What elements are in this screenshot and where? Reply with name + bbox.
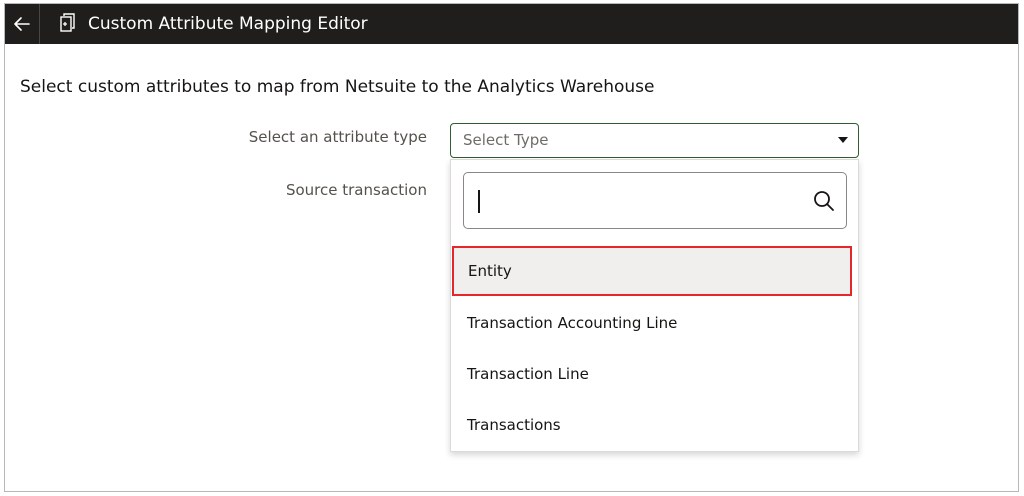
text-cursor <box>478 190 480 213</box>
dropdown-option-transaction-line[interactable]: Transaction Line <box>451 349 858 399</box>
page-title: Custom Attribute Mapping Editor <box>88 14 368 34</box>
attribute-type-placeholder: Select Type <box>463 131 549 149</box>
source-transaction-label: Source transaction <box>285 181 427 199</box>
arrow-left-icon <box>14 17 30 31</box>
attribute-type-select[interactable]: Select Type <box>450 123 859 158</box>
dropdown-search-field[interactable] <box>463 172 847 229</box>
dropdown-option-entity[interactable]: Entity <box>452 246 852 296</box>
dropdown-option-transaction-accounting-line[interactable]: Transaction Accounting Line <box>451 298 858 348</box>
dropdown-option-transactions[interactable]: Transactions <box>451 400 858 450</box>
dropdown-search-input[interactable] <box>474 181 808 222</box>
attribute-type-label: Select an attribute type <box>248 128 427 146</box>
attribute-type-dropdown: Entity Transaction Accounting Line Trans… <box>450 159 859 452</box>
chevron-down-icon[interactable] <box>838 137 848 143</box>
instruction-text: Select custom attributes to map from Net… <box>20 77 655 97</box>
document-edit-icon <box>60 13 75 32</box>
title-bar: Custom Attribute Mapping Editor <box>5 4 1018 44</box>
title-divider <box>39 4 40 44</box>
search-icon[interactable] <box>812 189 836 213</box>
editor-window: Custom Attribute Mapping Editor Select c… <box>4 3 1019 492</box>
back-button[interactable] <box>5 4 39 44</box>
